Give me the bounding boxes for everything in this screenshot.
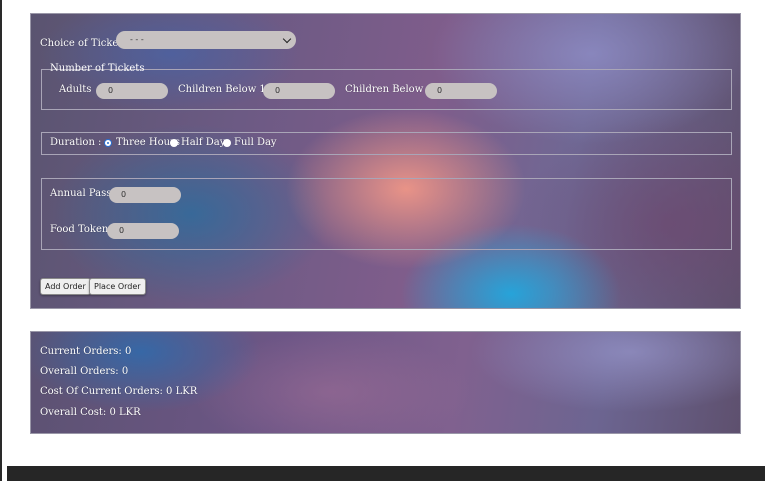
annual-pass-input[interactable]: 0 xyxy=(109,187,181,203)
radio-three-hours[interactable] xyxy=(104,139,112,147)
ticket-choice-label: Choice of Ticket xyxy=(40,38,123,49)
option-full-day-label[interactable]: Full Day xyxy=(234,137,277,149)
number-of-tickets-legend: Number of Tickets xyxy=(50,63,145,74)
extras-group: Annual Pass 0 Food Token 0 xyxy=(41,178,732,250)
number-of-tickets-group: Number of Tickets Adults 0 Children Belo… xyxy=(41,63,732,110)
cost-current-orders-text: Cost Of Current Orders: 0 LKR xyxy=(40,386,198,397)
annual-pass-label: Annual Pass xyxy=(50,188,112,199)
add-order-button[interactable]: Add Order xyxy=(40,278,91,295)
left-border xyxy=(0,0,2,481)
children-below-15-label: Children Below 15 xyxy=(178,84,273,95)
order-summary-panel: Current Orders: 0 Overall Orders: 0 Cost… xyxy=(30,331,741,434)
radio-full-day[interactable] xyxy=(223,139,231,147)
adults-label: Adults xyxy=(59,84,92,95)
food-token-input[interactable]: 0 xyxy=(107,223,179,239)
ticket-choice-selected-value: - - - xyxy=(130,35,144,44)
order-form-panel: Choice of Ticket - - - Number of Tickets… xyxy=(30,13,741,309)
food-token-label: Food Token xyxy=(50,224,109,235)
adults-input[interactable]: 0 xyxy=(96,83,168,99)
duration-label: Duration : xyxy=(50,137,102,148)
duration-group: Duration : Three Hours Half Day Full Day xyxy=(41,132,732,155)
current-orders-text: Current Orders: 0 xyxy=(40,346,132,357)
chevron-down-icon xyxy=(282,34,292,44)
footer-bar xyxy=(7,466,765,481)
place-order-button[interactable]: Place Order xyxy=(89,278,146,295)
children-below-6-input[interactable]: 0 xyxy=(425,83,497,99)
option-half-day-label[interactable]: Half Day xyxy=(181,137,225,149)
overall-cost-text: Overall Cost: 0 LKR xyxy=(40,407,141,418)
ticket-choice-select[interactable]: - - - xyxy=(116,31,296,49)
radio-half-day[interactable] xyxy=(170,139,178,147)
overall-orders-text: Overall Orders: 0 xyxy=(40,366,129,377)
children-below-15-input[interactable]: 0 xyxy=(263,83,335,99)
children-below-6-label: Children Below 6 xyxy=(345,84,433,95)
